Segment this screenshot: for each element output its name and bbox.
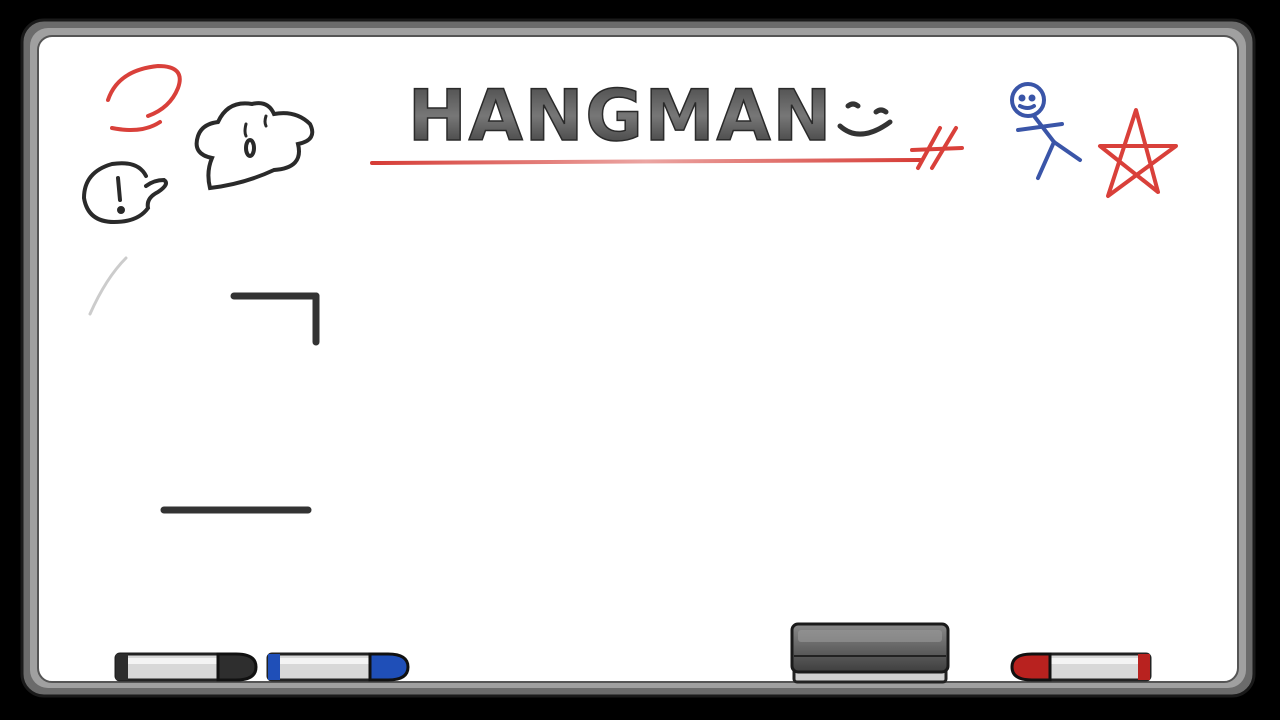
eraser[interactable]	[790, 622, 950, 684]
red-marker[interactable]	[1010, 652, 1152, 682]
blue-marker[interactable]	[266, 652, 410, 682]
whiteboard-scene: HANGMAN	[20, 18, 1256, 698]
game-title: HANGMAN	[408, 75, 833, 157]
black-marker[interactable]	[114, 652, 258, 682]
